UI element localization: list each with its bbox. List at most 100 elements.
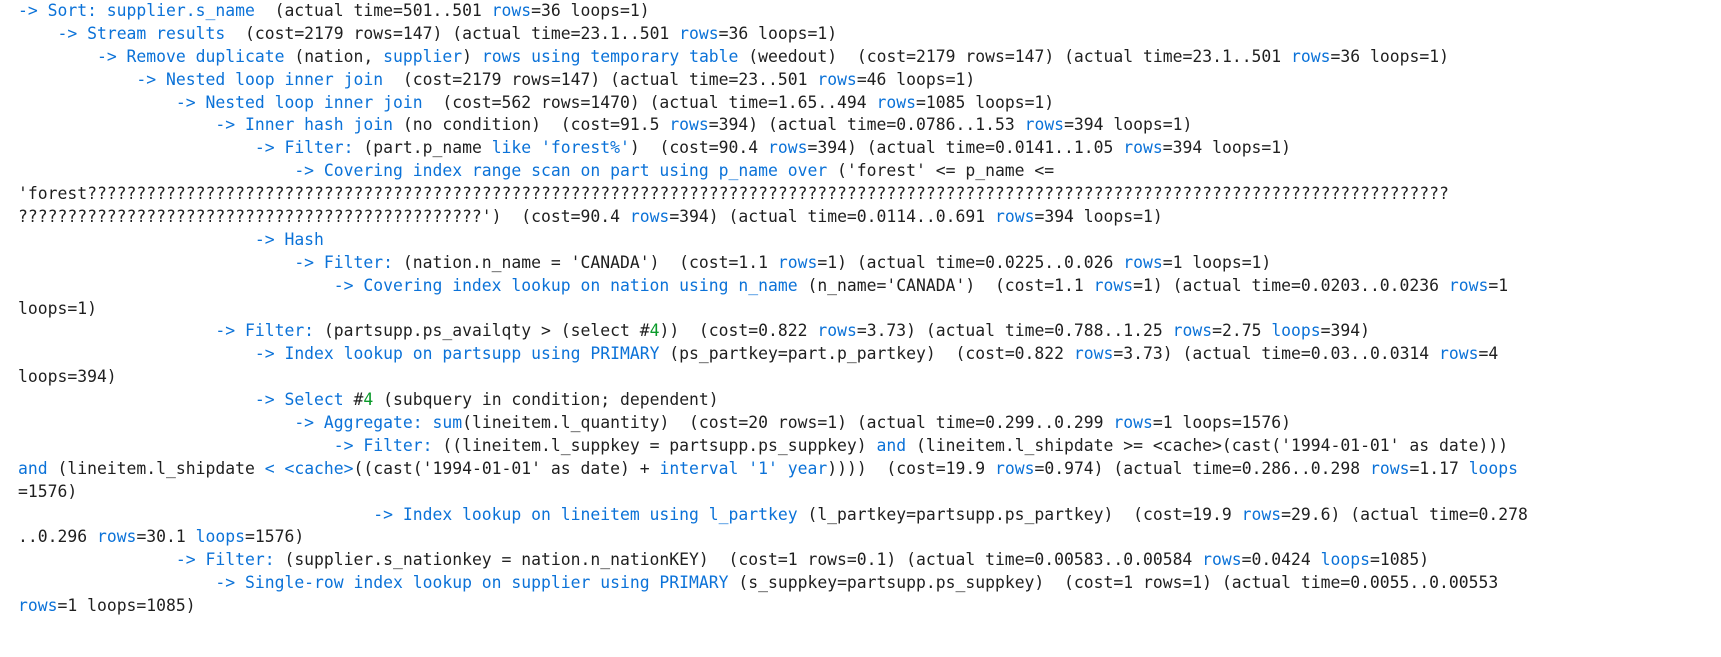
plan-line: -> Covering index lookup on nation using… bbox=[18, 275, 1721, 298]
plan-text: =1 loops=1085) bbox=[57, 596, 196, 616]
plan-text: =1) (actual time=0.0225..0.026 bbox=[817, 252, 1124, 272]
plan-keyword: -> Filter: bbox=[175, 550, 275, 570]
plan-keyword: rows bbox=[994, 207, 1035, 227]
plan-text: =3.73) (actual time=0.03..0.0314 bbox=[1113, 344, 1440, 364]
plan-text: ..0.296 bbox=[18, 527, 97, 547]
plan-text: =4 bbox=[1478, 344, 1499, 364]
plan-keyword: loops bbox=[1271, 321, 1321, 341]
plan-line: -> Sort: supplier.s_name (actual time=50… bbox=[18, 0, 1721, 23]
plan-keyword: rows bbox=[1093, 275, 1134, 295]
plan-keyword: rows bbox=[817, 321, 857, 341]
plan-keyword: interval '1' year bbox=[659, 458, 828, 478]
plan-line: -> Filter: (part.p_name like 'forest%') … bbox=[18, 137, 1721, 160]
plan-line: rows=1 loops=1085) bbox=[18, 595, 1721, 618]
plan-text: (subquery in condition; dependent) bbox=[373, 390, 719, 410]
plan-keyword: -> Nested loop inner join bbox=[136, 69, 393, 89]
plan-line: loops=1) bbox=[18, 298, 1721, 321]
plan-text: =2.75 bbox=[1212, 321, 1272, 341]
plan-keyword: like 'forest%' bbox=[491, 138, 630, 158]
plan-keyword: rows bbox=[1172, 321, 1213, 341]
plan-keyword: rows bbox=[994, 458, 1035, 478]
plan-keyword: rows bbox=[876, 92, 917, 112]
plan-keyword: rows bbox=[679, 23, 719, 43]
plan-keyword: rows bbox=[18, 596, 58, 616]
plan-keyword: -> Aggregate: bbox=[294, 413, 423, 433]
plan-keyword: -> Filter: bbox=[294, 252, 393, 272]
plan-text bbox=[423, 413, 433, 432]
plan-text: =394 loops=1) bbox=[1034, 207, 1163, 227]
plan-text: =1085 loops=1) bbox=[916, 92, 1055, 112]
plan-keyword: -> Inner hash join bbox=[215, 115, 393, 135]
plan-keyword: and bbox=[876, 435, 907, 455]
plan-keyword: sum bbox=[432, 413, 463, 433]
plan-text: (cost=2179 rows=147) (actual time=23.1..… bbox=[235, 23, 680, 43]
plan-text: loops=1) bbox=[18, 298, 97, 318]
plan-text: # bbox=[343, 390, 364, 410]
plan-line: -> Aggregate: sum(lineitem.l_quantity) (… bbox=[18, 412, 1721, 435]
plan-keyword: rows bbox=[1024, 115, 1065, 135]
plan-text: ((cast('1994-01-01' as date) + bbox=[353, 458, 660, 478]
plan-keyword: -> Sort: supplier.s_name bbox=[18, 1, 265, 20]
plan-keyword: -> Hash bbox=[254, 229, 324, 249]
plan-keyword: -> Index lookup on partsupp using PRIMAR… bbox=[254, 344, 660, 364]
plan-text: (supplier.s_nationkey = nation.n_nationK… bbox=[274, 550, 1203, 570]
plan-text: (cost=2179 rows=147) (actual time=23..50… bbox=[393, 69, 818, 89]
plan-keyword: rows bbox=[1291, 46, 1331, 66]
plan-keyword: -> Select bbox=[254, 390, 344, 410]
plan-text: =36 loops=1) bbox=[1330, 46, 1449, 66]
plan-text: (l_partkey=partsupp.ps_partkey) (cost=19… bbox=[797, 504, 1242, 524]
plan-line: -> Index lookup on lineitem using l_part… bbox=[18, 504, 1721, 527]
plan-text: (partsupp.ps_availqty > (select # bbox=[314, 321, 650, 341]
plan-line: -> Remove duplicate (nation, supplier) r… bbox=[18, 46, 1721, 69]
plan-line: -> Filter: (partsupp.ps_availqty > (sele… bbox=[18, 320, 1721, 343]
plan-line: -> Single-row index lookup on supplier u… bbox=[18, 572, 1721, 595]
plan-keyword: -> Single-row index lookup on supplier u… bbox=[215, 573, 729, 593]
plan-text: ) bbox=[462, 46, 482, 66]
plan-text: =394) (actual time=0.0114..0.691 bbox=[669, 207, 995, 227]
plan-text: =394 loops=1) bbox=[1162, 138, 1292, 158]
plan-keyword: and bbox=[18, 458, 48, 478]
plan-text: (nation, bbox=[284, 46, 384, 66]
plan-keyword: -> Filter: bbox=[333, 435, 433, 455]
plan-text: =3.73) (actual time=0.788..1.25 bbox=[856, 321, 1173, 341]
plan-keyword: rows bbox=[96, 527, 137, 547]
plan-text: (lineitem.l_shipdate bbox=[47, 458, 265, 478]
plan-keyword: rows bbox=[1202, 550, 1242, 570]
plan-keyword: -> Covering index lookup on nation using… bbox=[333, 275, 798, 295]
plan-line: -> Select #4 (subquery in condition; dep… bbox=[18, 389, 1721, 412]
plan-text: (nation.n_name = 'CANADA') (cost=1.1 bbox=[393, 252, 778, 272]
plan-keyword: -> Nested loop inner join bbox=[175, 92, 433, 112]
plan-text: =1.17 bbox=[1409, 458, 1469, 478]
plan-text: (no condition) (cost=91.5 bbox=[393, 115, 670, 135]
plan-keyword: rows bbox=[1123, 138, 1163, 158]
plan-keyword: rows bbox=[1241, 504, 1282, 524]
plan-text: =30.1 bbox=[136, 527, 196, 547]
plan-text: =29.6) (actual time=0.278 bbox=[1281, 504, 1528, 524]
plan-text: =36 loops=1) bbox=[531, 1, 650, 20]
plan-line: -> Nested loop inner join (cost=562 rows… bbox=[18, 92, 1721, 115]
plan-text: )) (cost=0.822 bbox=[659, 321, 818, 341]
plan-keyword: rows bbox=[1113, 413, 1153, 433]
plan-keyword: loops bbox=[1468, 458, 1519, 478]
plan-text: (cost=562 rows=1470) (actual time=1.65..… bbox=[432, 92, 877, 112]
plan-text: =0.974) (actual time=0.286..0.298 bbox=[1034, 458, 1370, 478]
plan-line: -> Hash bbox=[18, 229, 1721, 252]
plan-keyword: rows bbox=[1073, 344, 1114, 364]
plan-text: =1085) bbox=[1369, 550, 1430, 570]
plan-number: 4 bbox=[363, 390, 374, 410]
plan-text: =394) (actual time=0.0786..1.53 bbox=[708, 115, 1025, 135]
plan-keyword: rows bbox=[669, 115, 709, 135]
plan-text: =394) (actual time=0.0141..1.05 bbox=[807, 138, 1124, 158]
plan-text: =1 loops=1576) bbox=[1152, 413, 1292, 433]
